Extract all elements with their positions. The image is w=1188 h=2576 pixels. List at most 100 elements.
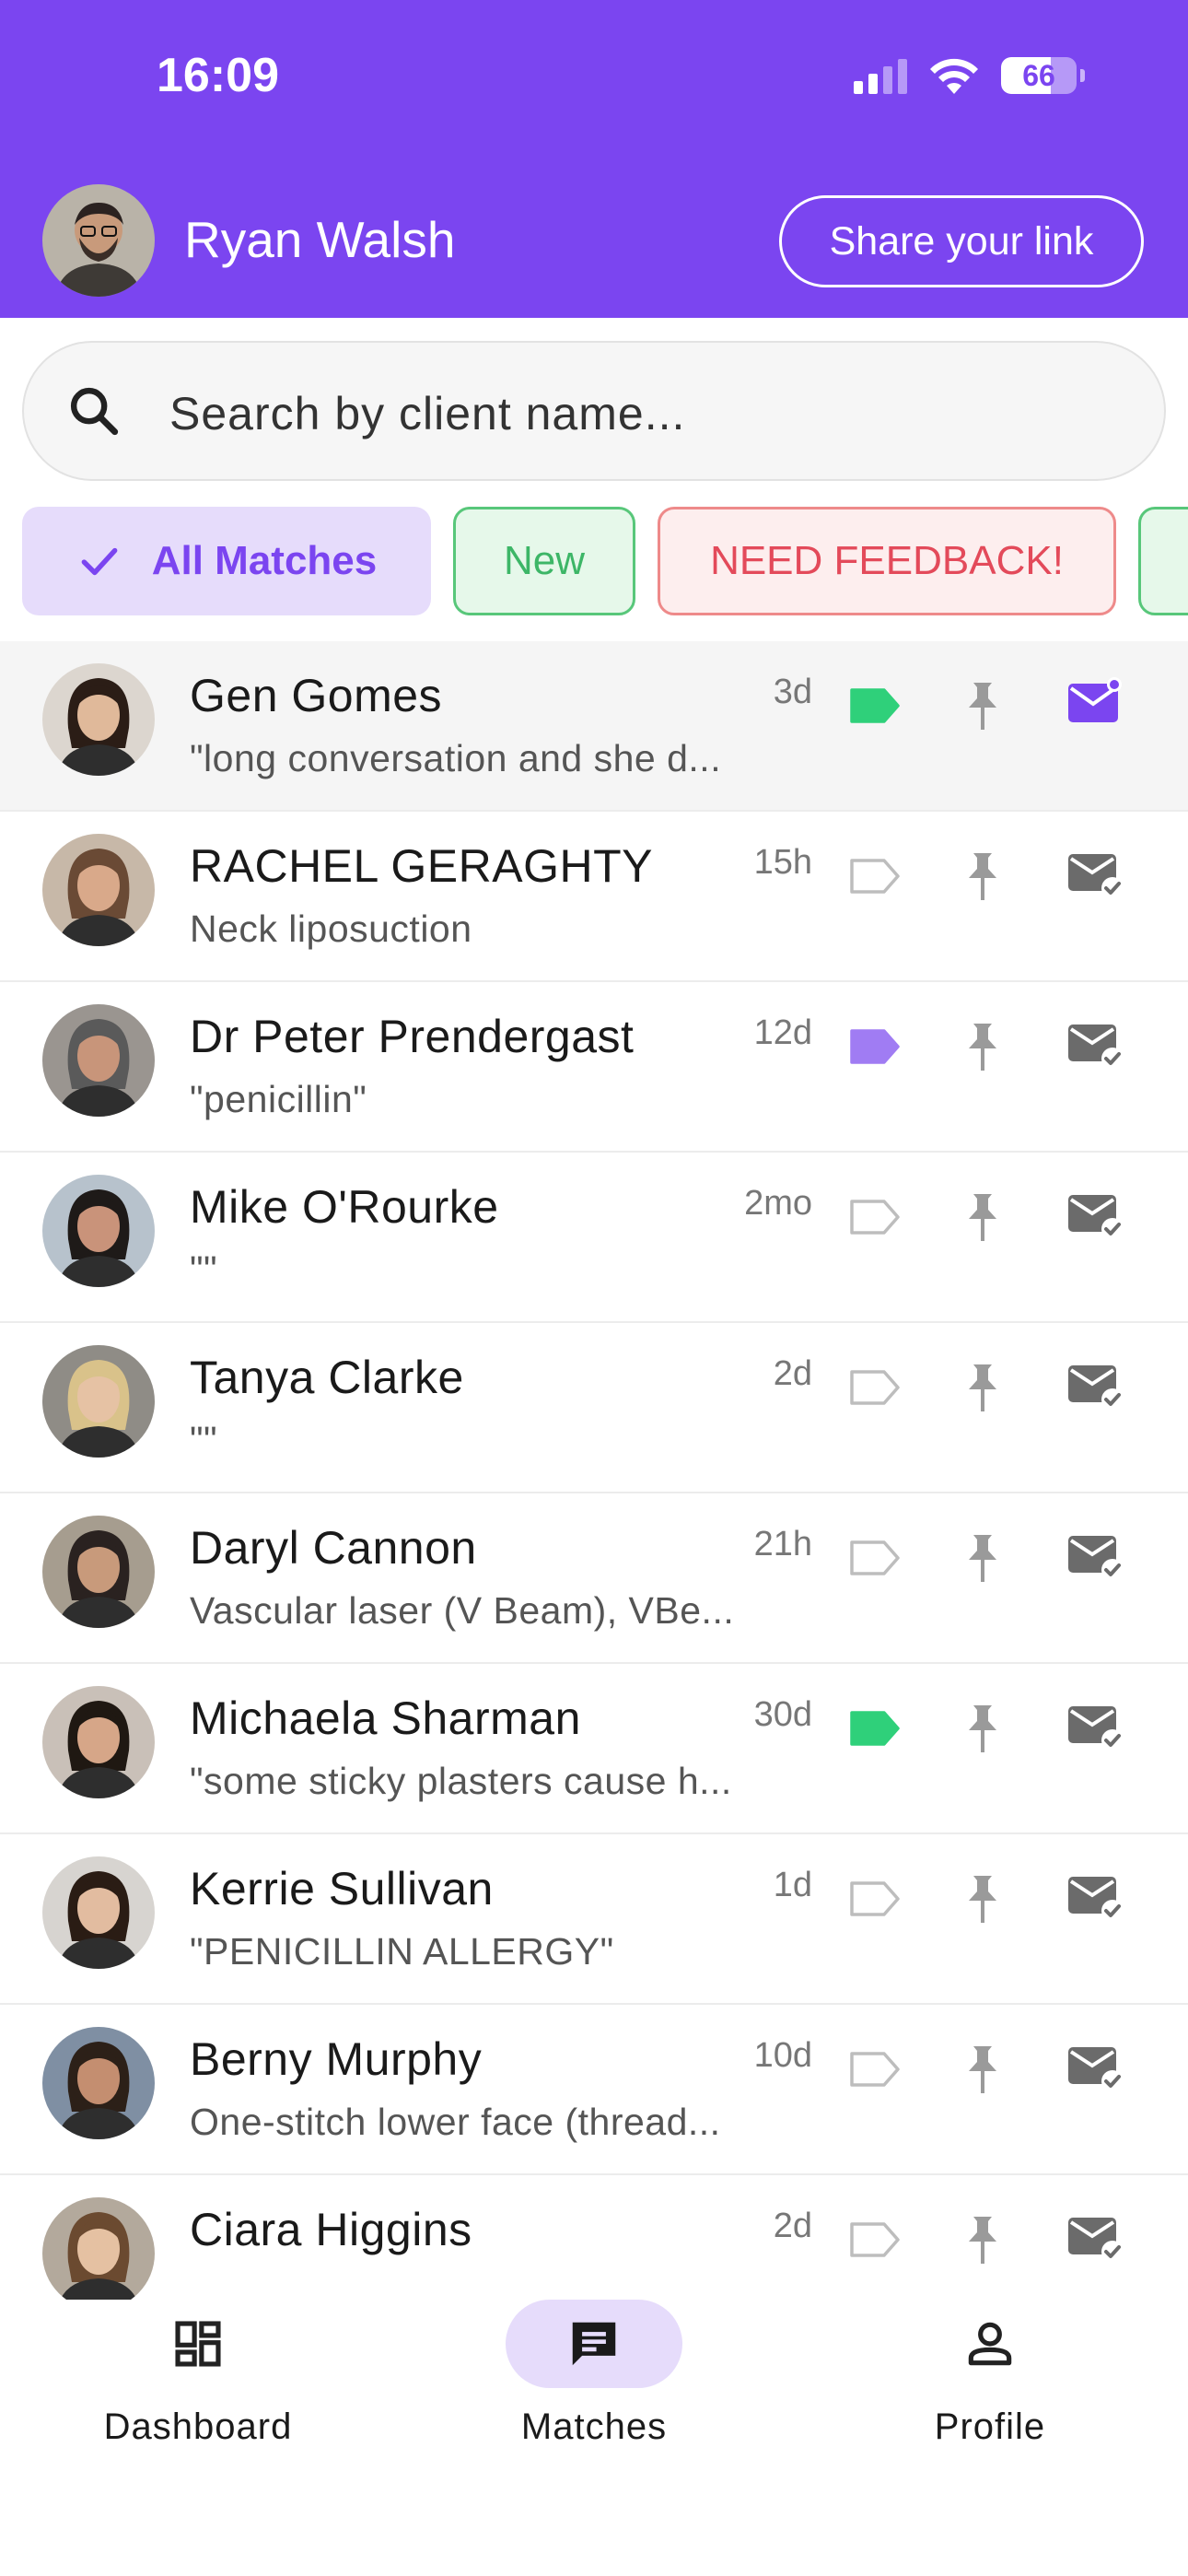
user-name: Ryan Walsh <box>184 211 456 268</box>
search-bar[interactable]: Search by client name... <box>22 341 1166 481</box>
client-name: RACHEL GERAGHTY <box>190 840 653 892</box>
filter-chip-new[interactable]: New <box>453 507 635 615</box>
pin-icon[interactable] <box>958 1873 1007 1926</box>
pin-icon[interactable] <box>958 1532 1007 1586</box>
client-avatar[interactable] <box>42 1516 155 1628</box>
filter-chip-need-feedback[interactable]: NEED FEEDBACK! <box>658 507 1116 615</box>
status-icons: 66 <box>854 55 1085 96</box>
message-preview: Vascular laser (V Beam), VBe... <box>190 1589 735 1632</box>
battery-tip <box>1080 69 1085 82</box>
match-row[interactable]: Dr Peter Prendergast 12d "penicillin" <box>0 982 1188 1153</box>
client-avatar[interactable] <box>42 1686 155 1798</box>
tag-outline-icon[interactable] <box>849 2221 901 2258</box>
pin-icon[interactable] <box>958 2043 1007 2097</box>
app-header: 16:09 66 Ryan Walsh Share your link <box>0 0 1188 318</box>
match-row[interactable]: Tanya Clarke 2d "" <box>0 1323 1188 1493</box>
message-preview: "some sticky plasters cause h... <box>190 1760 732 1802</box>
pin-icon[interactable] <box>958 680 1007 733</box>
match-row[interactable]: RACHEL GERAGHTY 15h Neck liposuction <box>0 812 1188 982</box>
dashboard-icon <box>175 2321 221 2367</box>
client-name: Mike O'Rourke <box>190 1181 499 1233</box>
client-name: Michaela Sharman <box>190 1692 581 1744</box>
mail-unread-icon[interactable] <box>1066 676 1125 730</box>
bottom-navigation: Dashboard Matches Profile <box>0 2300 1188 2576</box>
mail-read-icon[interactable] <box>1066 1188 1125 1241</box>
match-row[interactable]: Kerrie Sullivan 1d "PENICILLIN ALLERGY" <box>0 1834 1188 2005</box>
nav-label: Profile <box>934 2406 1046 2447</box>
client-name: Gen Gomes <box>190 670 443 721</box>
client-avatar[interactable] <box>42 834 155 946</box>
check-icon <box>81 547 118 576</box>
client-name: Kerrie Sullivan <box>190 1863 494 1914</box>
nav-icon-container <box>902 2300 1078 2388</box>
nav-profile[interactable]: Profile <box>852 2300 1128 2484</box>
last-message-time: 15h <box>753 843 812 882</box>
message-preview: "" <box>190 1248 218 1291</box>
client-avatar[interactable] <box>42 2197 155 2300</box>
message-preview: Neck liposuction <box>190 907 472 950</box>
filter-chip-label: All Matches <box>151 538 378 583</box>
pin-icon[interactable] <box>958 850 1007 904</box>
message-preview: "long conversation and she d... <box>190 737 722 779</box>
last-message-time: 3d <box>773 673 812 711</box>
last-message-time: 2d <box>773 1354 812 1393</box>
pin-icon[interactable] <box>958 1362 1007 1415</box>
client-avatar[interactable] <box>42 2027 155 2139</box>
tag-outline-icon[interactable] <box>849 1369 901 1406</box>
search-input[interactable]: Search by client name... <box>169 387 685 440</box>
client-avatar[interactable] <box>42 663 155 776</box>
tag-icon-filled-green[interactable] <box>849 1710 901 1747</box>
mail-read-icon[interactable] <box>1066 1699 1125 1752</box>
match-row[interactable]: Michaela Sharman 30d "some sticky plasters… <box>0 1664 1188 1834</box>
wifi-icon <box>930 58 978 94</box>
pin-icon[interactable] <box>958 1703 1007 1756</box>
client-name: Tanya Clarke <box>190 1352 464 1403</box>
pin-icon[interactable] <box>958 1191 1007 1245</box>
tag-outline-icon[interactable] <box>849 1540 901 1576</box>
last-message-time: 12d <box>753 1013 812 1052</box>
nav-matches[interactable]: Matches <box>456 2300 732 2484</box>
cellular-signal-icon <box>854 57 907 94</box>
match-row[interactable]: Gen Gomes 3d "long conversation and she d.… <box>0 641 1188 812</box>
share-link-button[interactable]: Share your link <box>779 195 1144 287</box>
nav-icon-container <box>506 2300 682 2388</box>
client-name: Ciara Higgins <box>190 2204 472 2255</box>
tag-icon-filled-green[interactable] <box>849 687 901 724</box>
search-icon <box>70 387 119 436</box>
message-preview: "" <box>190 1419 218 1461</box>
match-row[interactable]: Berny Murphy 10d One-stitch lower face (th… <box>0 2005 1188 2175</box>
match-row[interactable]: Ciara Higgins 2d <box>0 2175 1188 2300</box>
filter-chip-more[interactable] <box>1138 507 1188 615</box>
client-avatar[interactable] <box>42 1856 155 1969</box>
client-name: Daryl Cannon <box>190 1522 477 1574</box>
mail-read-icon[interactable] <box>1066 2210 1125 2264</box>
client-name: Berny Murphy <box>190 2033 483 2085</box>
filter-chip-label: NEED FEEDBACK! <box>710 538 1064 583</box>
filter-chip-label: New <box>503 538 586 583</box>
client-avatar[interactable] <box>42 1175 155 1287</box>
filter-chip-all-matches[interactable]: All Matches <box>22 507 431 615</box>
mail-read-icon[interactable] <box>1066 1869 1125 1923</box>
status-time: 16:09 <box>157 49 279 102</box>
match-row[interactable]: Mike O'Rourke 2mo "" <box>0 1153 1188 1323</box>
nav-label: Dashboard <box>103 2406 293 2447</box>
mail-read-icon[interactable] <box>1066 847 1125 900</box>
tag-outline-icon[interactable] <box>849 2051 901 2088</box>
nav-label: Matches <box>520 2406 668 2447</box>
client-avatar[interactable] <box>42 1345 155 1458</box>
tag-outline-icon[interactable] <box>849 1880 901 1917</box>
mail-read-icon[interactable] <box>1066 1528 1125 1582</box>
tag-icon-filled-purple[interactable] <box>849 1028 901 1065</box>
pin-icon[interactable] <box>958 1021 1007 1074</box>
mail-read-icon[interactable] <box>1066 1358 1125 1411</box>
mail-read-icon[interactable] <box>1066 1017 1125 1071</box>
match-row[interactable]: Daryl Cannon 21h Vascular laser (V Beam), … <box>0 1493 1188 1664</box>
client-avatar[interactable] <box>42 1004 155 1117</box>
filter-chips: All Matches New NEED FEEDBACK! <box>0 507 1188 617</box>
mail-read-icon[interactable] <box>1066 2040 1125 2093</box>
tag-outline-icon[interactable] <box>849 1199 901 1235</box>
user-avatar[interactable] <box>42 184 155 297</box>
nav-dashboard[interactable]: Dashboard <box>60 2300 336 2484</box>
pin-icon[interactable] <box>958 2214 1007 2267</box>
tag-outline-icon[interactable] <box>849 858 901 895</box>
